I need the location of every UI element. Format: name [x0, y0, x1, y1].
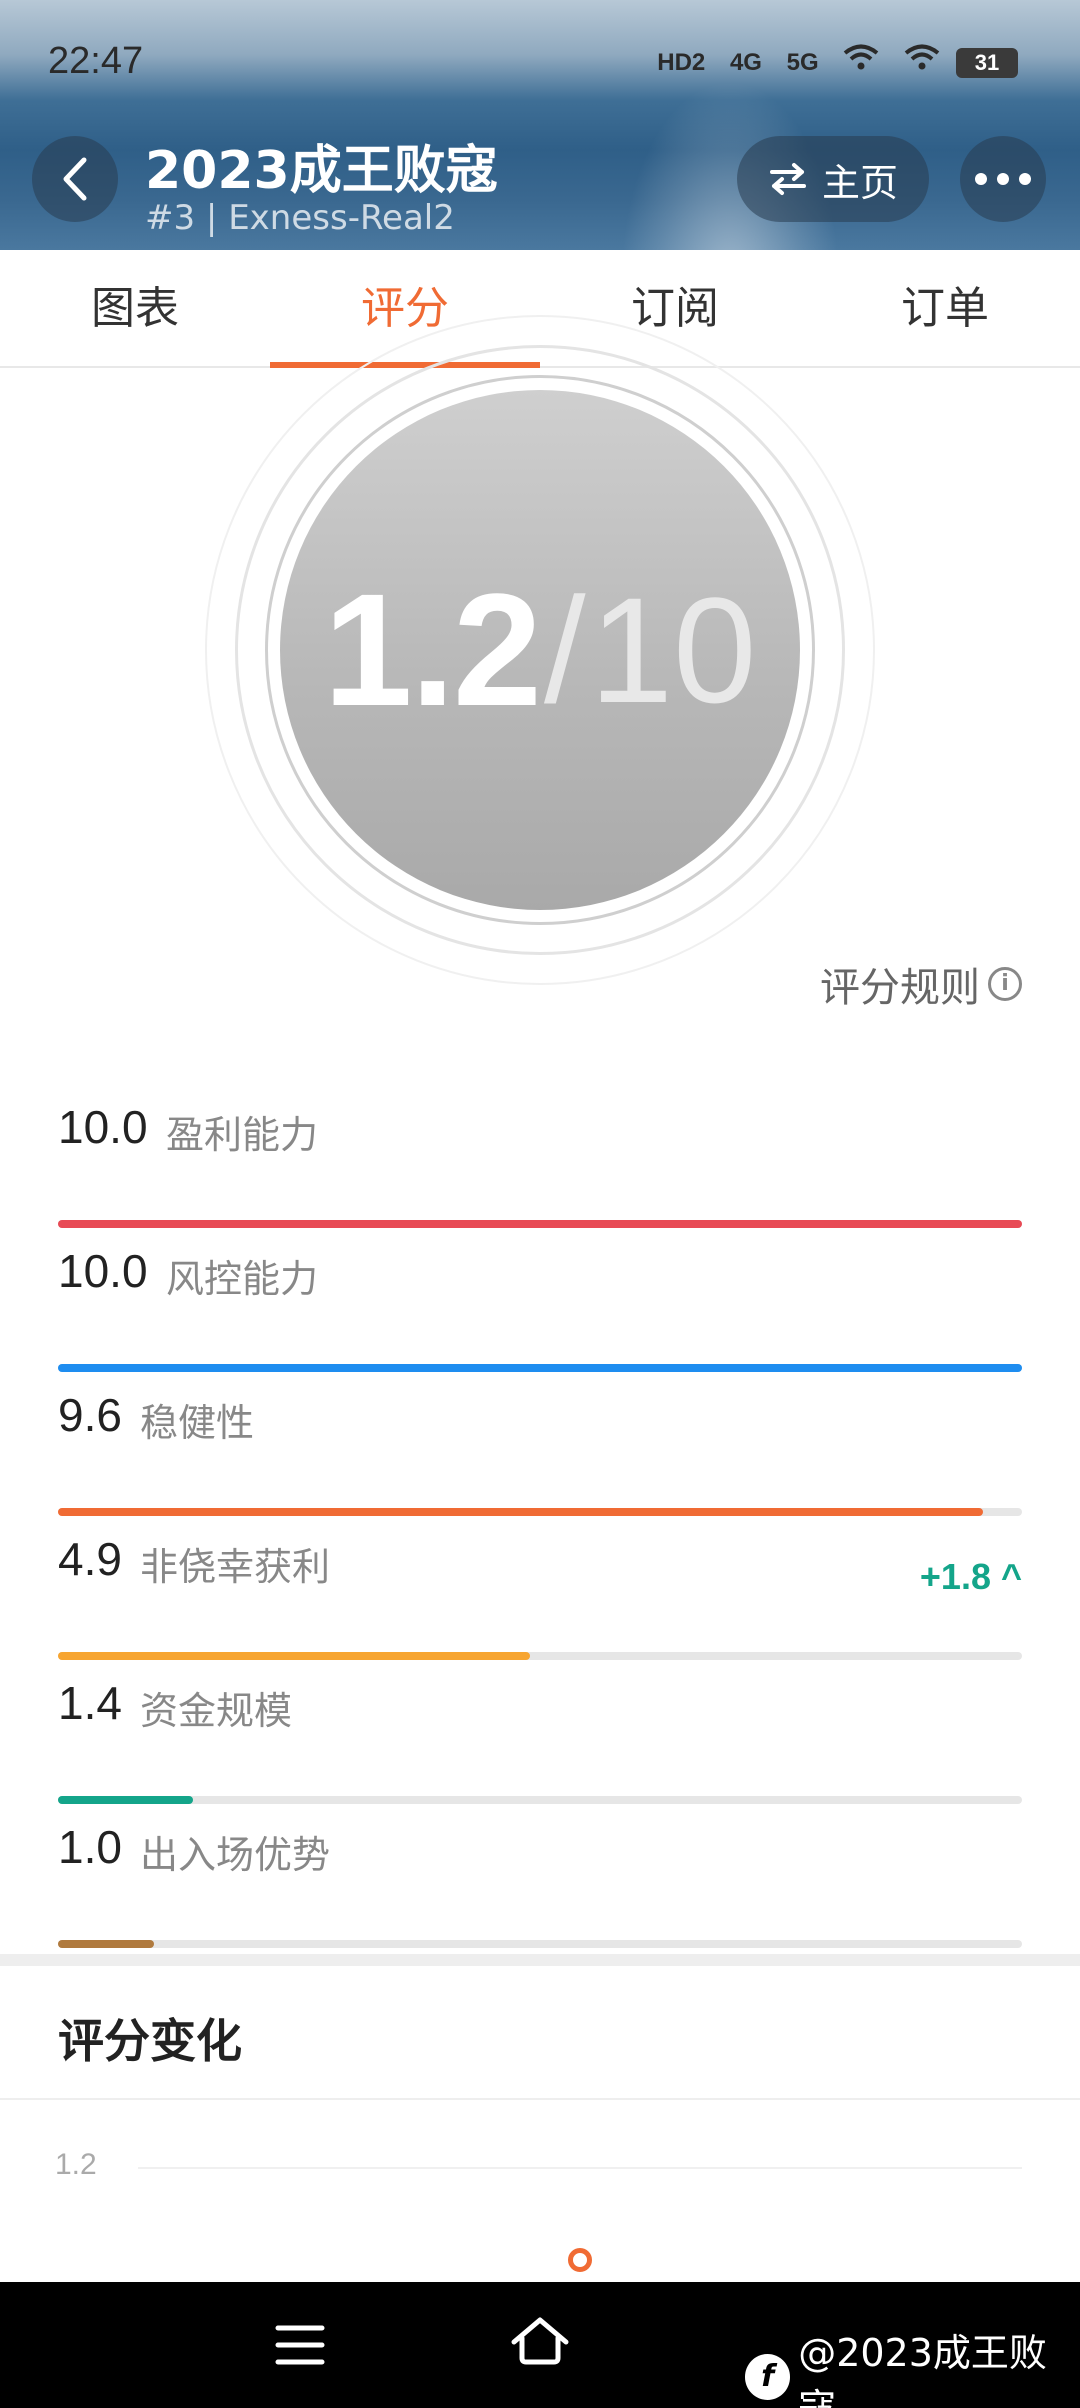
system-nav-bar: f @2023成王败寇	[0, 2282, 1080, 2408]
metric-bar-track	[58, 1940, 1022, 1948]
home-icon[interactable]	[508, 2312, 572, 2376]
metric-bar-track	[58, 1652, 1022, 1660]
wifi-icon	[843, 44, 886, 76]
metric-bar-track	[58, 1220, 1022, 1228]
page-title: 2023成王败寇	[145, 141, 498, 201]
metric-bar-fill	[58, 1940, 155, 1948]
metric-bar-fill	[58, 1220, 1022, 1228]
metric-value: 1.4	[58, 1677, 122, 1729]
metric-non-luck-profit: 4.9 非侥幸获利 +1.8 ^	[58, 1532, 1022, 1660]
metric-bar-fill	[58, 1796, 193, 1804]
swap-icon	[769, 163, 806, 195]
section-separator	[0, 2098, 1080, 2100]
chevron-left-icon	[63, 157, 87, 201]
metric-value: 4.9	[58, 1533, 122, 1585]
more-icon	[970, 170, 1036, 189]
metric-bar-fill	[58, 1652, 531, 1660]
home-button[interactable]: 主页	[737, 136, 929, 222]
score-value: 1.2	[323, 560, 542, 739]
header-banner: 22:47 HD2 4G 5G 31 2023成王败寇 #3 | Exness-…	[0, 0, 1080, 250]
metric-delta-badge: +1.8 ^	[919, 1556, 1022, 1597]
section-divider	[0, 1954, 1080, 1966]
menu-icon[interactable]	[274, 2322, 326, 2372]
account-subtitle: #3 | Exness-Real2	[145, 198, 455, 238]
hd-icon: HD2	[657, 49, 706, 76]
home-button-label: 主页	[821, 160, 898, 205]
score-change-title: 评分变化	[58, 2014, 242, 2068]
battery-icon: 31	[956, 48, 1018, 78]
metric-capital-scale: 1.4 资金规模	[58, 1676, 1022, 1804]
metric-value: 1.0	[58, 1821, 122, 1873]
chart-gridline	[138, 2167, 1022, 2169]
metric-label: 出入场优势	[140, 1833, 331, 1877]
metric-risk-control: 10.0 风控能力	[58, 1244, 1022, 1372]
metric-value: 10.0	[58, 1245, 148, 1297]
watermark: f @2023成王败寇	[745, 2322, 1080, 2408]
back-button[interactable]	[32, 136, 118, 222]
more-button[interactable]	[960, 136, 1046, 222]
watermark-text: @2023成王败寇	[798, 2331, 1047, 2408]
watermark-logo-icon: f	[745, 2354, 791, 2400]
metric-label: 稳健性	[140, 1401, 255, 1445]
signal-4g-icon: 4G	[729, 49, 762, 76]
rating-rules-link[interactable]: 评分规则 i	[820, 955, 1022, 1013]
page: 22:47 HD2 4G 5G 31 2023成王败寇 #3 | Exness-…	[0, 0, 1080, 2408]
status-icons: HD2 4G 5G	[639, 44, 940, 77]
tab-chart[interactable]: 图表	[0, 250, 270, 366]
score-disc: 1.2 / 10	[280, 390, 800, 910]
metric-label: 风控能力	[166, 1257, 319, 1301]
info-icon: i	[988, 967, 1022, 1001]
metric-bar-fill	[58, 1364, 1022, 1372]
wifi-icon-secondary	[904, 44, 940, 76]
metric-bar-fill	[58, 1508, 984, 1516]
score-separator: /	[543, 565, 586, 734]
tab-orders[interactable]: 订单	[810, 250, 1080, 366]
status-bar: 22:47 HD2 4G 5G 31	[0, 0, 1080, 100]
chart-axis-label: 1.2	[55, 2148, 97, 2181]
metric-value: 9.6	[58, 1389, 122, 1441]
metric-value: 10.0	[58, 1101, 148, 1153]
signal-5g-icon: 5G	[786, 49, 819, 76]
metric-bar-track	[58, 1796, 1022, 1804]
metric-stability: 9.6 稳健性	[58, 1388, 1022, 1516]
metric-label: 资金规模	[140, 1689, 293, 1733]
metric-bar-track	[58, 1364, 1022, 1372]
page-indicator-dot	[568, 2248, 592, 2272]
metric-profitability: 10.0 盈利能力	[58, 1100, 1022, 1228]
metric-bar-track	[58, 1508, 1022, 1516]
status-time: 22:47	[48, 40, 144, 82]
score-max: 10	[589, 565, 757, 734]
metric-entry-exit-advantage: 1.0 出入场优势	[58, 1820, 1022, 1948]
rating-rules-label: 评分规则	[820, 965, 980, 1011]
metric-label: 非侥幸获利	[140, 1545, 331, 1589]
metric-label: 盈利能力	[166, 1113, 319, 1157]
